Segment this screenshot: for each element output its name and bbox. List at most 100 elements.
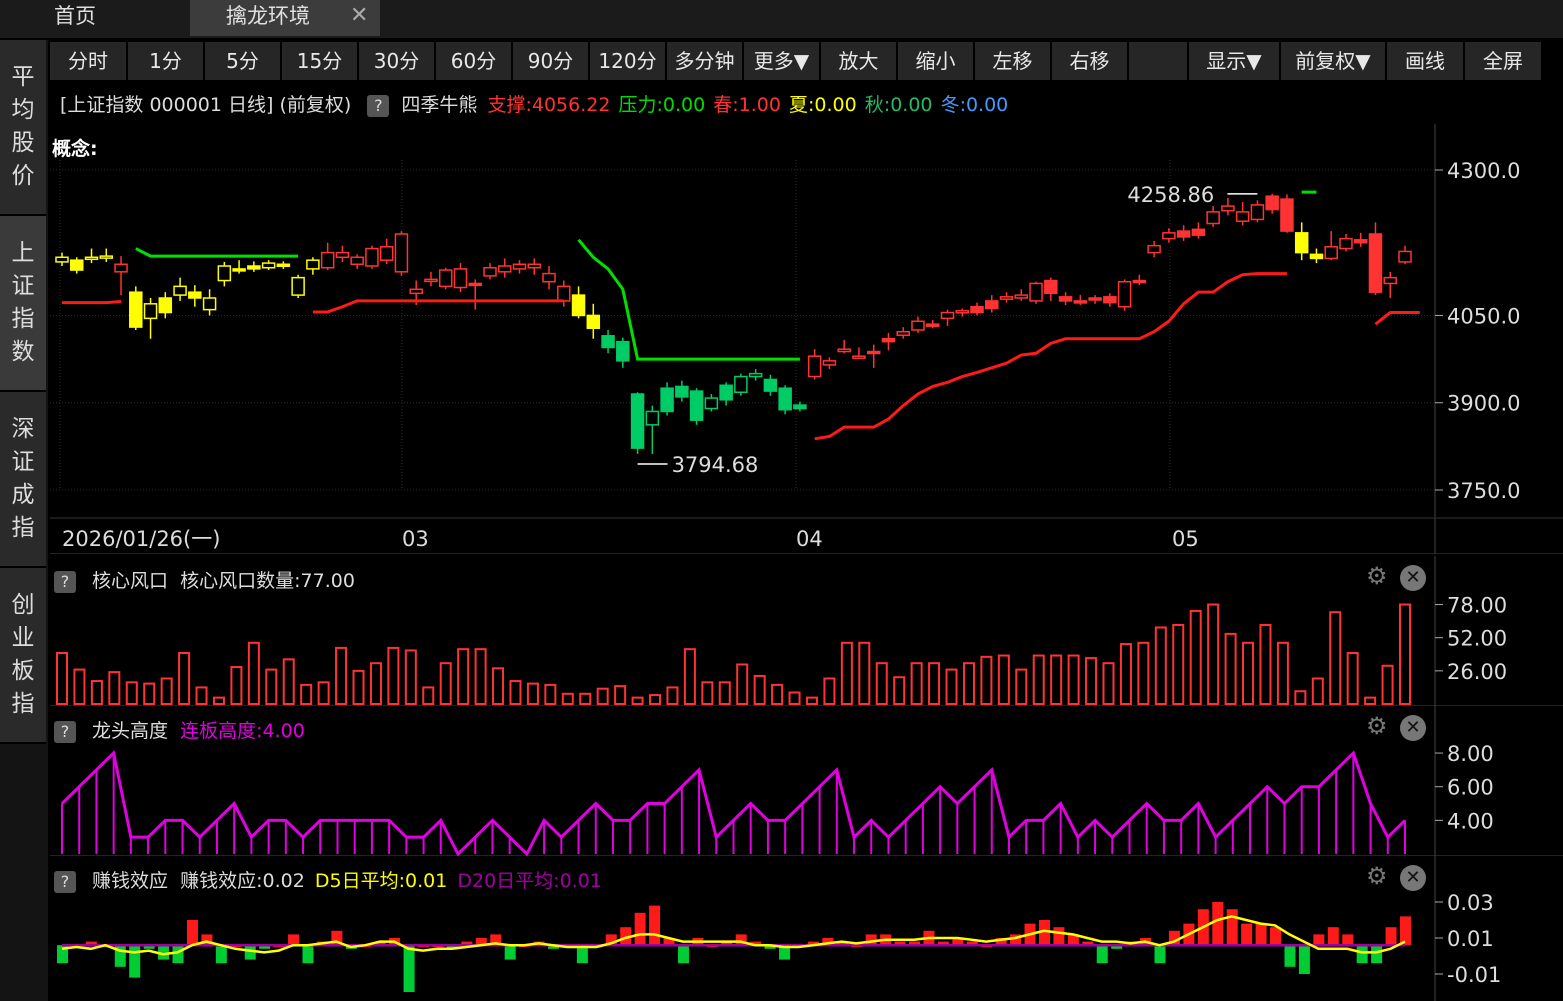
- candle: [1014, 294, 1029, 299]
- bar: [1329, 611, 1342, 706]
- candle: [114, 263, 128, 273]
- toolbar-button-15[interactable]: 显示▼: [1189, 42, 1279, 80]
- money-bar: [288, 934, 300, 946]
- bar: [1189, 609, 1202, 705]
- bar: [247, 641, 260, 706]
- bar: [945, 668, 958, 705]
- y-tick-label: 78.00: [1447, 594, 1507, 618]
- candle: [601, 335, 615, 349]
- money-bar: [504, 945, 516, 960]
- candle: [99, 255, 114, 259]
- toolbar-button-3[interactable]: 15分: [282, 42, 357, 80]
- candle: [837, 348, 851, 353]
- candle: [763, 378, 778, 392]
- help-icon[interactable]: ?: [367, 95, 390, 117]
- y-tick-label: -0.01: [1447, 963, 1501, 987]
- candle: [1250, 204, 1265, 221]
- candle: [379, 246, 394, 261]
- toolbar-button-10[interactable]: 放大: [821, 42, 896, 80]
- candle: [468, 282, 482, 287]
- main-chart-svg[interactable]: 4300.0 4050.0 3900.0 3750.0 2026/01/26(一) 03 0…: [50, 124, 1563, 554]
- bar: [753, 674, 766, 705]
- money-bar: [634, 912, 646, 946]
- money-bar: [677, 945, 689, 964]
- x-tick-label: 03: [402, 527, 429, 551]
- candle: [1117, 280, 1132, 308]
- bar: [1137, 641, 1150, 706]
- toolbar-button-13[interactable]: 右移: [1052, 42, 1127, 80]
- candle: [911, 320, 925, 331]
- toolbar-button-5[interactable]: 60分: [436, 42, 511, 80]
- panel2-chart-svg[interactable]: 8.00 6.00 4.00: [50, 706, 1563, 856]
- bar: [666, 686, 679, 706]
- sidebar-item-char: 价: [11, 163, 35, 189]
- bar: [125, 681, 138, 705]
- bar: [840, 641, 853, 706]
- bar: [90, 680, 103, 706]
- y-tick-label: 3750.0: [1447, 479, 1520, 503]
- candle: [276, 263, 291, 268]
- panel1-chart-svg[interactable]: 78.00 52.00 26.00: [50, 556, 1563, 706]
- toolbar-button-16[interactable]: 前复权▼: [1281, 42, 1385, 80]
- candle: [1176, 230, 1191, 238]
- candle: [409, 288, 423, 295]
- toolbar-button-1[interactable]: 1分: [128, 42, 203, 80]
- candle: [896, 330, 910, 336]
- bar: [980, 655, 993, 705]
- support-line: [62, 299, 122, 305]
- sidebar-item-char: 股: [11, 130, 35, 156]
- toolbar-button-9[interactable]: 更多▼: [744, 42, 819, 80]
- bar: [1032, 654, 1045, 706]
- toolbar-button-14[interactable]: [1129, 42, 1187, 80]
- tab-qinlong-env[interactable]: 擒龙环境 ✕: [190, 0, 380, 36]
- sidebar-item-0[interactable]: 平均股价: [0, 40, 46, 216]
- y-tick-label: 4.00: [1447, 809, 1494, 833]
- toolbar-button-17[interactable]: 画线: [1387, 42, 1463, 80]
- candle: [557, 285, 571, 302]
- candle: [1309, 253, 1324, 260]
- toolbar-button-11[interactable]: 缩小: [898, 42, 973, 80]
- toolbar-button-0[interactable]: 分时: [50, 42, 126, 80]
- bar: [649, 694, 662, 705]
- candle: [985, 300, 999, 310]
- candle: [1398, 250, 1412, 263]
- money-bar: [1400, 916, 1411, 946]
- x-tick-label: 04: [796, 527, 823, 551]
- bar: [771, 683, 784, 705]
- bar: [1119, 643, 1132, 705]
- candle: [616, 340, 630, 362]
- candle: [55, 256, 69, 263]
- candle: [424, 278, 438, 283]
- bar: [108, 671, 121, 705]
- candle: [1339, 237, 1353, 250]
- panel3-chart-svg[interactable]: 0.03 0.01 -0.01: [50, 856, 1563, 1001]
- pressure-line: [135, 247, 299, 258]
- bar: [422, 686, 435, 706]
- bar: [1224, 632, 1237, 705]
- money-bar: [302, 945, 314, 964]
- candle: [291, 276, 305, 296]
- candle: [630, 393, 645, 449]
- candle: [719, 384, 733, 401]
- money-bar: [1327, 927, 1339, 946]
- bar: [1242, 641, 1255, 706]
- sidebar-item-1[interactable]: 上证指数: [0, 216, 46, 392]
- candle: [1147, 244, 1161, 254]
- close-icon[interactable]: ✕: [350, 0, 368, 32]
- candle: [394, 233, 409, 273]
- toolbar-button-6[interactable]: 90分: [513, 42, 588, 80]
- sidebar-item-char: 平: [11, 64, 35, 90]
- bar: [875, 662, 888, 705]
- tab-home[interactable]: 首页: [0, 0, 188, 36]
- toolbar-button-8[interactable]: 多分钟: [667, 42, 742, 80]
- main-chart-title: [上证指数 000001 日线] (前复权): [60, 94, 352, 116]
- bar: [701, 681, 714, 705]
- toolbar-button-18[interactable]: 全屏: [1465, 42, 1541, 80]
- sidebar-item-3[interactable]: 创业板指: [0, 568, 46, 744]
- toolbar-button-12[interactable]: 左移: [975, 42, 1050, 80]
- sidebar-item-2[interactable]: 深证成指: [0, 392, 46, 568]
- toolbar-button-4[interactable]: 30分: [359, 42, 434, 80]
- toolbar-button-7[interactable]: 120分: [590, 42, 665, 80]
- candle: [940, 311, 955, 320]
- toolbar-button-2[interactable]: 5分: [205, 42, 280, 80]
